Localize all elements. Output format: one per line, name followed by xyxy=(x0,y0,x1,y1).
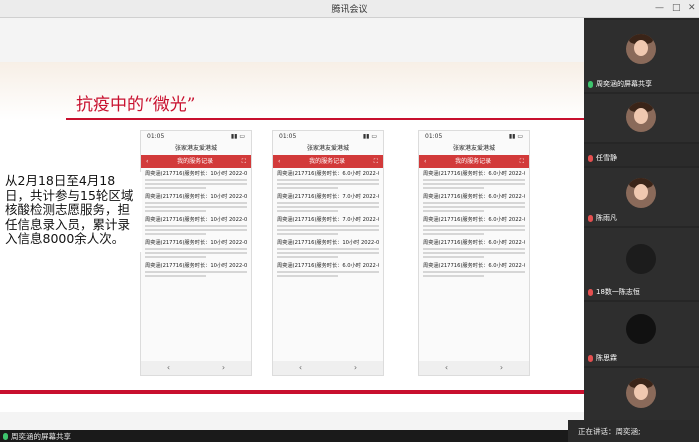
signal-icon: ▮▮ ▭ xyxy=(230,133,245,140)
mic-off-icon xyxy=(588,288,593,296)
phone-screenshot-2: 01:05 ▮▮ ▭ 张家港友爱港城 ‹ 我的服务记录 ⛶ 周奕涵(217716)服务… xyxy=(272,130,384,376)
mic-on-icon xyxy=(3,433,8,440)
slide-divider xyxy=(66,118,584,120)
phone-header-bar: ‹ 我的服务记录 ⛶ xyxy=(273,155,383,168)
share-label: 周奕涵的屏幕共享 xyxy=(11,432,71,441)
list-item: 周奕涵(217716)服务时长：10小时 2022-02-25 06:00 xyxy=(145,170,247,189)
video-tile[interactable]: 陈思霖 xyxy=(584,302,699,366)
list-item: 周奕涵(217716)服务时长：6.0小时 2022-04-15 06:00 xyxy=(423,239,525,258)
participant-name: 周奕涵的屏幕共享 xyxy=(596,80,652,88)
forward-icon: › xyxy=(221,363,226,372)
list-item: 周奕涵(217716)服务时长：10小时 2022-02-20 06:00 xyxy=(145,239,247,258)
participant-name: 18数一陈志恒 xyxy=(596,288,640,296)
phone-header-title: 我的服务记录 xyxy=(455,158,492,165)
title-bar: 腾讯会议 — □ ✕ xyxy=(0,0,699,18)
list-item: 周奕涵(217716)服务时长：10小时 2022-02-18 06:30 xyxy=(145,262,247,277)
slide-caption: 从2月18日至4月18日，共计参与15轮区域核酸检测志愿服务，担任信息录入员，累… xyxy=(5,173,134,246)
mic-off-icon xyxy=(588,154,593,162)
avatar xyxy=(626,34,656,64)
slide-title: 抗疫中的“微光” xyxy=(76,95,196,115)
forward-icon: › xyxy=(499,363,504,372)
phone-nav-bar: ‹ › xyxy=(273,361,383,375)
signal-icon: ▮▮ ▭ xyxy=(362,133,377,140)
avatar xyxy=(626,378,656,408)
avatar xyxy=(626,178,656,208)
speaking-indicator: 正在讲话：周奕涵; xyxy=(568,420,699,442)
back-icon: ‹ xyxy=(146,158,149,165)
list-item: 周奕涵(217716)服务时长：10小时 2022-02-23 06:00 xyxy=(145,193,247,212)
phone-time: 01:05 xyxy=(279,133,297,140)
phone-app-name: 张家港友爱港城 xyxy=(306,145,349,152)
back-icon: ‹ xyxy=(424,158,427,165)
list-item: 周奕涵(217716)服务时长：6.0小时 2022-04-18 06:00 xyxy=(423,170,525,189)
participant-name: 任雪静 xyxy=(596,154,617,162)
phone-nav-bar: ‹ › xyxy=(419,361,529,375)
video-tile[interactable]: 18数一陈志恒 xyxy=(584,228,699,300)
list-item: 周奕涵(217716)服务时长：7.0小时 2022-03-23 05:30 xyxy=(277,216,379,235)
phone-header-title: 我的服务记录 xyxy=(309,158,346,165)
close-icon[interactable]: ✕ xyxy=(688,3,696,14)
video-tile[interactable] xyxy=(584,368,699,420)
back-icon: ‹ xyxy=(166,363,171,372)
mic-on-icon xyxy=(588,80,593,88)
meeting-window: 腾讯会议 — □ ✕ 抗疫中的“微光” 01:05 ▮▮ ▭ 张家港友爱港城 ‹ 我… xyxy=(0,0,699,442)
list-item: 周奕涵(217716)服务时长：6.0小时 2022-04-16 06:00 xyxy=(423,216,525,235)
list-item: 周奕涵(217716)服务时长：6.0小时 2022-04-12 14:00 xyxy=(277,170,379,189)
phone-app-name: 张家港友爱港城 xyxy=(174,145,217,152)
avatar xyxy=(626,102,656,132)
video-tile[interactable]: 陈雨凡 xyxy=(584,168,699,226)
list-item: 周奕涵(217716)服务时长：10小时 2022-03-02 06:00 xyxy=(277,239,379,258)
video-tile[interactable]: 周奕涵的屏幕共享 xyxy=(584,20,699,92)
phone-screenshot-3: 01:05 ▮▮ ▭ 张家港友爱港城 ‹ 我的服务记录 ⛶ 周奕涵(217716)服务… xyxy=(418,130,530,376)
phone-time: 01:05 xyxy=(147,133,165,140)
maximize-icon[interactable]: □ xyxy=(672,3,681,14)
video-tile[interactable]: 任雪静 xyxy=(584,144,699,166)
back-icon: ‹ xyxy=(278,158,281,165)
minimize-icon[interactable]: — xyxy=(655,3,664,14)
avatar xyxy=(626,314,656,344)
list-item: 周奕涵(217716)服务时长：10小时 2022-02-22 06:00 xyxy=(145,216,247,235)
forward-icon: › xyxy=(353,363,358,372)
record-list: 周奕涵(217716)服务时长：10小时 2022-02-25 06:00 周奕… xyxy=(141,168,251,283)
window-title: 腾讯会议 xyxy=(331,5,368,15)
record-list: 周奕涵(217716)服务时长：6.0小时 2022-04-18 06:00 周… xyxy=(419,168,529,283)
list-item: 周奕涵(217716)服务时长：6.0小时 2022-04-14 06:00 xyxy=(423,262,525,277)
speaking-text: 正在讲话：周奕涵; xyxy=(578,427,641,436)
list-item: 周奕涵(217716)服务时长：6.0小时 2022-02-27 06:00 xyxy=(277,262,379,277)
mic-off-icon xyxy=(588,214,593,222)
signal-icon: ▮▮ ▭ xyxy=(508,133,523,140)
participant-name: 陈雨凡 xyxy=(596,214,617,222)
phone-app-name: 张家港友爱港城 xyxy=(452,145,495,152)
share-status-bar: 周奕涵的屏幕共享 xyxy=(0,430,584,442)
phone-header-title: 我的服务记录 xyxy=(177,158,214,165)
scan-icon: ⛶ xyxy=(373,158,378,165)
record-list: 周奕涵(217716)服务时长：6.0小时 2022-04-12 14:00 周… xyxy=(273,168,383,283)
shared-screen: 抗疫中的“微光” 01:05 ▮▮ ▭ 张家港友爱港城 ‹ 我的服务记录 ⛶ 周奕涵(… xyxy=(0,18,584,430)
avatar xyxy=(626,244,656,274)
mic-off-icon xyxy=(588,354,593,362)
scan-icon: ⛶ xyxy=(519,158,524,165)
back-icon: ‹ xyxy=(298,363,303,372)
participant-name: 陈思霖 xyxy=(596,354,617,362)
list-item: 周奕涵(217716)服务时长：6.0小时 2022-04-17 06:00 xyxy=(423,193,525,212)
slide-caption-box: 从2月18日至4月18日，共计参与15轮区域核酸检测志愿服务，担任信息录入员，累… xyxy=(0,172,142,252)
phone-nav-bar: ‹ › xyxy=(141,361,251,375)
video-tile[interactable] xyxy=(584,94,699,142)
back-icon: ‹ xyxy=(444,363,449,372)
participant-video-panel[interactable]: 周奕涵的屏幕共享 任雪静 陈雨凡 18数一陈志恒 陈思霖 xyxy=(584,18,699,430)
phone-time: 01:05 xyxy=(425,133,443,140)
list-item: 周奕涵(217716)服务时长：7.0小时 2022-04-10 06:00 xyxy=(277,193,379,212)
phone-header-bar: ‹ 我的服务记录 ⛶ xyxy=(141,155,251,168)
slide-bottom-band xyxy=(0,390,584,394)
phone-screenshot-1: 01:05 ▮▮ ▭ 张家港友爱港城 ‹ 我的服务记录 ⛶ 周奕涵(217716)服务… xyxy=(140,130,252,376)
scan-icon: ⛶ xyxy=(241,158,246,165)
phone-header-bar: ‹ 我的服务记录 ⛶ xyxy=(419,155,529,168)
